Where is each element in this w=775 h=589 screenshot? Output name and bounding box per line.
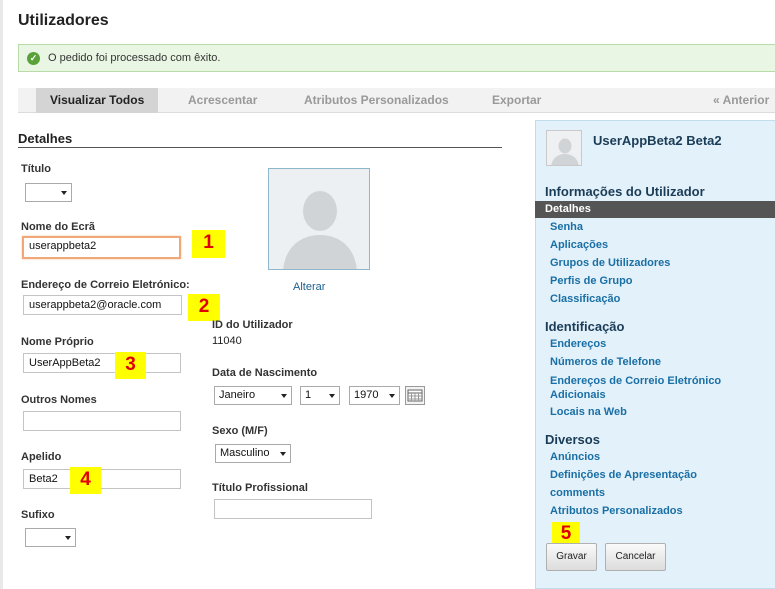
details-divider xyxy=(18,147,502,148)
success-alert: ✓ O pedido foi processado com êxito. xyxy=(18,44,775,72)
sidebar-item-comments[interactable]: comments xyxy=(550,487,605,499)
change-photo-link[interactable]: Alterar xyxy=(293,281,325,293)
sidebar-item-password[interactable]: Senha xyxy=(550,221,583,233)
calendar-icon[interactable] xyxy=(405,386,425,405)
sidebar-avatar xyxy=(546,130,582,166)
middle-name-label: Outros Nomes xyxy=(21,394,97,406)
user-id-value: 11040 xyxy=(212,335,242,347)
tab-export[interactable]: Exportar xyxy=(492,88,541,113)
gender-value: Masculino xyxy=(220,447,270,459)
sidebar-item-websites[interactable]: Locais na Web xyxy=(550,406,627,418)
user-silhouette-icon xyxy=(547,131,581,165)
details-heading: Detalhes xyxy=(18,131,73,146)
last-name-label: Apelido xyxy=(21,451,62,463)
sidebar-heading-identification: Identificação xyxy=(545,319,625,334)
chevron-down-icon xyxy=(61,191,67,195)
screen-name-input[interactable]: userappbeta2 xyxy=(22,236,181,259)
sidebar-heading-misc: Diversos xyxy=(545,432,600,447)
user-photo xyxy=(268,168,370,270)
birthday-label: Data de Nascimento xyxy=(212,367,318,379)
gender-label: Sexo (M/F) xyxy=(212,425,268,437)
annotation-badge-2: 2 xyxy=(188,294,220,321)
window-edge xyxy=(0,0,3,589)
sidebar-item-details[interactable]: Detalhes xyxy=(535,201,775,218)
chevron-down-icon xyxy=(329,394,335,398)
annotation-badge-4: 4 xyxy=(70,467,101,494)
first-name-input[interactable]: UserAppBeta2 xyxy=(23,353,181,373)
tab-view-all[interactable]: Visualizar Todos xyxy=(36,88,159,113)
cancel-button[interactable]: Cancelar xyxy=(605,543,666,571)
suffix-label: Sufixo xyxy=(21,509,55,521)
sidebar-item-announcements[interactable]: Anúncios xyxy=(550,451,600,463)
tab-bar: Visualizar Todos Acrescentar Atributos P… xyxy=(18,88,775,113)
last-name-input[interactable]: Beta2 xyxy=(23,469,181,489)
sidebar-item-phone-numbers[interactable]: Números de Telefone xyxy=(550,356,661,368)
annotation-badge-3: 3 xyxy=(115,352,146,379)
chevron-down-icon xyxy=(65,536,71,540)
chevron-down-icon xyxy=(280,452,286,456)
birth-day-select[interactable]: 1 xyxy=(300,386,340,405)
user-silhouette-icon xyxy=(269,169,369,269)
screen-name-label: Nome do Ecrã xyxy=(21,221,95,233)
sidebar-item-addresses[interactable]: Endereços xyxy=(550,338,606,350)
user-id-label: ID do Utilizador xyxy=(212,319,293,331)
page-title: Utilizadores xyxy=(18,12,109,29)
tab-add[interactable]: Acrescentar xyxy=(188,88,257,113)
gender-select[interactable]: Masculino xyxy=(215,444,291,463)
birth-day-value: 1 xyxy=(305,389,312,401)
sidebar-item-group-profiles[interactable]: Perfis de Grupo xyxy=(550,275,633,287)
tab-custom-attributes[interactable]: Atributos Personalizados xyxy=(304,88,449,113)
birth-year-value: 1970 xyxy=(354,389,379,401)
first-name-label: Nome Próprio xyxy=(21,336,94,348)
birth-month-select[interactable]: Janeiro xyxy=(214,386,292,405)
sidebar-item-display-settings[interactable]: Definições de Apresentação xyxy=(550,469,697,481)
previous-link[interactable]: « Anterior xyxy=(713,88,769,113)
middle-name-input[interactable] xyxy=(23,411,181,431)
title-select[interactable] xyxy=(25,183,72,202)
birth-year-select[interactable]: 1970 xyxy=(349,386,400,405)
annotation-badge-1: 1 xyxy=(192,230,225,258)
job-title-label: Título Profissional xyxy=(212,482,308,494)
save-button[interactable]: Gravar xyxy=(546,543,597,571)
birth-month-value: Janeiro xyxy=(219,389,256,401)
sidebar-item-applications[interactable]: Aplicações xyxy=(550,239,608,251)
email-label: Endereço de Correio Eletrónico: xyxy=(21,279,190,291)
sidebar-item-additional-emails[interactable]: Endereços de Correio Eletrónico Adiciona… xyxy=(550,374,750,402)
success-message: O pedido foi processado com êxito. xyxy=(48,52,221,64)
check-icon: ✓ xyxy=(27,51,40,65)
calendar-grid-icon xyxy=(407,389,423,402)
title-label: Título xyxy=(21,163,51,175)
sidebar-item-user-groups[interactable]: Grupos de Utilizadores xyxy=(550,257,670,269)
sidebar-item-custom-attributes[interactable]: Atributos Personalizados xyxy=(550,505,683,517)
chevron-down-icon xyxy=(389,394,395,398)
sidebar-user-name: UserAppBeta2 Beta2 xyxy=(593,133,722,148)
job-title-input[interactable] xyxy=(214,499,372,519)
chevron-down-icon xyxy=(281,394,287,398)
sidebar-heading-user-info: Informações do Utilizador xyxy=(545,184,705,199)
sidebar-item-classification[interactable]: Classificação xyxy=(550,293,620,305)
suffix-select[interactable] xyxy=(25,528,76,547)
email-input[interactable]: userappbeta2@oracle.com xyxy=(23,295,182,315)
